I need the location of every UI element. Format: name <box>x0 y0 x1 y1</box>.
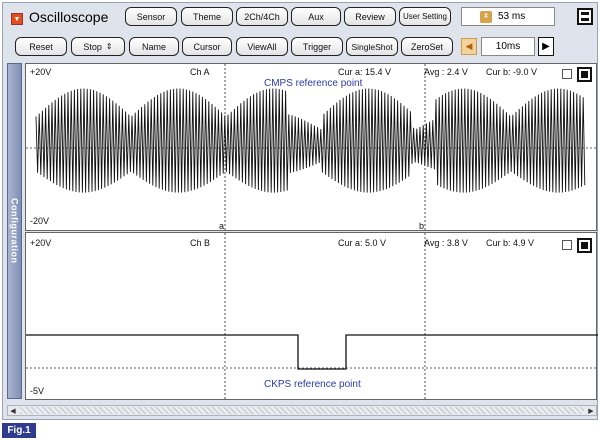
channel-b-signal <box>26 334 598 370</box>
configuration-tab[interactable]: Configuration <box>7 63 22 399</box>
menu-icon[interactable] <box>577 8 593 25</box>
top-toolbar: ▼ Oscilloscope Sensor Theme 2Ch/4Ch Aux … <box>3 7 599 31</box>
scroll-right-icon[interactable]: ▶ <box>586 406 596 415</box>
stop-button[interactable]: Stop ⇕ <box>71 37 125 56</box>
name-button[interactable]: Name <box>129 37 179 56</box>
app-title: Oscilloscope <box>29 9 109 25</box>
channel-b-scale-bottom: -5V <box>30 386 45 396</box>
control-toolbar: Reset Stop ⇕ Name Cursor ViewAll Trigger… <box>3 37 599 61</box>
trigger-button[interactable]: Trigger <box>291 37 343 56</box>
channel-b-cursor-b: Cur b: 4.9 V <box>486 238 535 248</box>
scroll-left-icon[interactable]: ◀ <box>8 406 18 415</box>
timebase-field[interactable]: 10ms <box>481 37 535 56</box>
channel-a-panel: +20V -20V Ch A Cur a: 15.4 V Avg : 2.4 V… <box>25 63 598 232</box>
cmps-reference-label: CMPS reference point <box>264 78 363 89</box>
figure-label: Fig.1 <box>2 423 36 438</box>
channel-b-checkbox[interactable] <box>562 240 572 250</box>
oscilloscope-window: ▼ Oscilloscope Sensor Theme 2Ch/4Ch Aux … <box>2 2 598 420</box>
review-button[interactable]: Review <box>344 7 396 26</box>
sensor-button[interactable]: Sensor <box>125 7 177 26</box>
reset-button[interactable]: Reset <box>15 37 67 56</box>
channel-b-scale-top: +20V <box>30 238 52 248</box>
play-icon[interactable]: ▶ <box>538 37 554 56</box>
channel-a-cursor-b: Cur b: -9.0 V <box>486 67 538 77</box>
channel-a-name: Ch A <box>190 67 210 77</box>
channel-a-checkbox[interactable] <box>562 69 572 79</box>
channel-b-average: Avg : 3.8 V <box>424 238 468 248</box>
timing-readout: ⧗ 53 ms <box>461 7 555 26</box>
channel-a-scale-top: +20V <box>30 67 52 77</box>
stepper-icon: ⇕ <box>105 42 113 51</box>
timing-value: 53 ms <box>498 11 526 22</box>
channel-a-cursor-a: Cur a: 15.4 V <box>338 67 392 77</box>
channel-a-signal <box>35 88 586 193</box>
dropdown-arrow-icon[interactable]: ▼ <box>11 13 23 25</box>
channel-a-waveform <box>26 64 598 232</box>
zeroset-button[interactable]: ZeroSet <box>401 37 453 56</box>
channel-b-name: Ch B <box>190 238 211 248</box>
singleshot-button[interactable]: SingleShot <box>346 37 398 56</box>
channel-a-average: Avg : 2.4 V <box>424 67 468 77</box>
viewall-button[interactable]: ViewAll <box>236 37 288 56</box>
configuration-tab-label: Configuration <box>9 198 20 264</box>
channel-b-waveform <box>26 233 598 401</box>
channel-b-select-box[interactable] <box>577 238 592 253</box>
aux-button[interactable]: Aux <box>291 7 341 26</box>
cursor-button[interactable]: Cursor <box>182 37 232 56</box>
channel-a-select-box[interactable] <box>577 67 592 82</box>
cursor-b-marker: b <box>419 221 425 231</box>
channel-b-panel: +20V -5V Ch B Cur a: 5.0 V Avg : 3.8 V C… <box>25 232 598 401</box>
channels-button[interactable]: 2Ch/4Ch <box>236 7 288 26</box>
user-setting-button[interactable]: User Setting <box>399 7 451 26</box>
channel-a-scale-bottom: -20V <box>30 216 50 226</box>
speaker-icon[interactable]: ◀ <box>461 38 477 55</box>
hourglass-icon: ⧗ <box>480 10 492 23</box>
horizontal-scrollbar[interactable]: ◀ ▶ <box>7 405 597 416</box>
cursor-a-marker: a <box>219 221 225 231</box>
ckps-reference-label: CKPS reference point <box>264 379 361 390</box>
scroll-track[interactable] <box>20 407 584 414</box>
channel-b-cursor-a: Cur a: 5.0 V <box>338 238 387 248</box>
stop-label: Stop <box>83 41 102 52</box>
theme-button[interactable]: Theme <box>181 7 233 26</box>
